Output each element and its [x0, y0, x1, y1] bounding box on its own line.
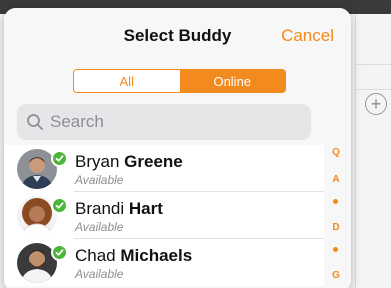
select-buddy-popover: Select Buddy Cancel All Online Search Br… [4, 8, 351, 288]
filter-online-segment[interactable]: Online [179, 70, 285, 92]
navigation-bar: Select Buddy Cancel [4, 8, 351, 64]
buddy-status: Available [75, 173, 124, 187]
search-input[interactable]: Search [17, 104, 311, 140]
buddy-last-name: Greene [124, 152, 183, 171]
filter-segmented-control: All Online [73, 69, 286, 93]
background-divider [355, 14, 356, 288]
buddy-first-name: Bryan [75, 152, 120, 171]
buddy-row[interactable]: Bryan Greene Available [4, 145, 324, 192]
buddy-row[interactable]: Chad Michaels Available [4, 239, 324, 286]
background-row-divider [355, 64, 391, 65]
index-item-a[interactable]: A [326, 174, 346, 185]
buddy-first-name: Brandi [75, 199, 125, 218]
background-row-divider [355, 89, 391, 90]
buddy-name: Chad Michaels [75, 246, 192, 266]
buddy-last-name: Hart [128, 199, 163, 218]
presence-online-icon [51, 244, 68, 261]
index-item-g[interactable]: G [326, 270, 346, 281]
search-icon [27, 114, 43, 130]
buddy-last-name: Michaels [120, 246, 193, 265]
buddy-row[interactable]: Brandi Hart Available [4, 192, 324, 239]
search-placeholder: Search [50, 112, 104, 131]
buddy-status: Available [75, 267, 124, 281]
buddy-status: Available [75, 220, 124, 234]
buddy-name: Bryan Greene [75, 152, 183, 172]
index-dot[interactable] [333, 199, 338, 204]
buddy-name: Brandi Hart [75, 199, 163, 219]
buddy-list: Bryan Greene Available Brandi Hart Avail… [4, 145, 324, 286]
buddy-first-name: Chad [75, 246, 116, 265]
index-item-search[interactable]: Q [326, 147, 346, 158]
index-dot[interactable] [333, 247, 338, 252]
section-index[interactable]: Q A D G [326, 138, 346, 288]
index-item-d[interactable]: D [326, 222, 346, 233]
presence-online-icon [51, 150, 68, 167]
cancel-button[interactable]: Cancel [281, 26, 334, 46]
filter-all-segment[interactable]: All [74, 70, 180, 92]
screen: + Select Buddy Cancel All Online Search [0, 0, 391, 288]
add-icon[interactable]: + [365, 93, 387, 115]
presence-online-icon [51, 197, 68, 214]
